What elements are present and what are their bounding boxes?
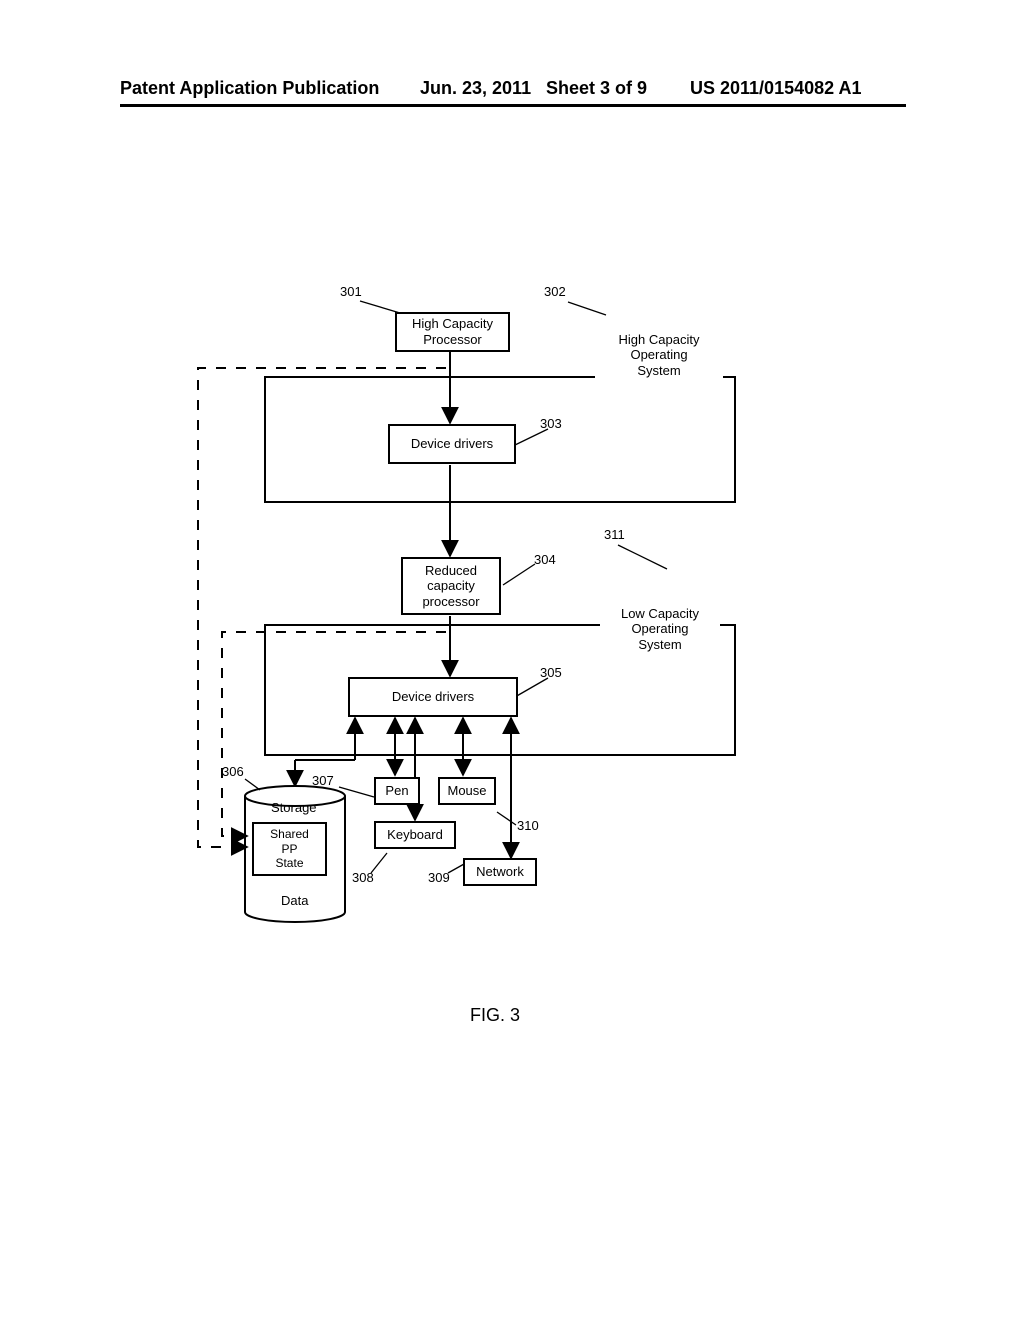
ref-307: 307 [312, 773, 334, 788]
high-capacity-processor-block: High CapacityProcessor [395, 312, 510, 352]
ref-308: 308 [352, 870, 374, 885]
hcos-label: High CapacityOperatingSystem [595, 326, 723, 384]
device-drivers-2-block: Device drivers [348, 677, 518, 717]
storage-label: Storage [271, 800, 317, 815]
ref-311: 311 [604, 527, 625, 542]
keyboard-block: Keyboard [374, 821, 456, 849]
leader-301 [360, 301, 400, 313]
leader-310 [497, 812, 516, 825]
reduced-capacity-processor-block: Reducedcapacityprocessor [401, 557, 501, 615]
leader-306 [245, 779, 260, 790]
leader-302 [568, 302, 606, 315]
storage-data-label: Data [281, 893, 308, 908]
leader-311 [618, 545, 667, 569]
figure-caption: FIG. 3 [470, 1005, 520, 1026]
network-block: Network [463, 858, 537, 886]
ref-302: 302 [544, 284, 566, 299]
device-drivers-1-block: Device drivers [388, 424, 516, 464]
ref-309: 309 [428, 870, 450, 885]
ref-301: 301 [340, 284, 362, 299]
mouse-block: Mouse [438, 777, 496, 805]
lcos-label: Low CapacityOperatingSystem [600, 600, 720, 658]
leader-303 [515, 429, 548, 445]
ref-305: 305 [540, 665, 562, 680]
page: Patent Application Publication Jun. 23, … [0, 0, 1024, 1320]
diagram-canvas [0, 0, 1024, 1320]
shared-pp-state-block: SharedPPState [252, 822, 327, 876]
pen-block: Pen [374, 777, 420, 805]
ref-303: 303 [540, 416, 562, 431]
ref-304: 304 [534, 552, 556, 567]
ref-306: 306 [222, 764, 244, 779]
leader-304 [503, 564, 535, 585]
ref-310: 310 [517, 818, 539, 833]
leader-305 [515, 678, 548, 697]
